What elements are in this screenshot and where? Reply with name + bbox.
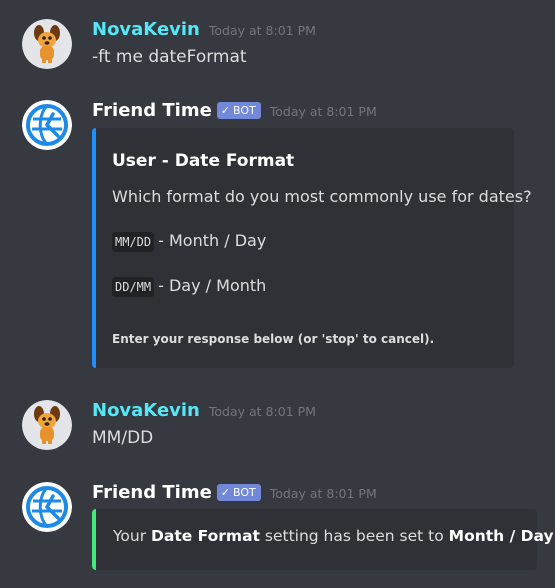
username[interactable]: Friend Time (92, 482, 212, 503)
timestamp: Today at 8:01 PM (208, 404, 316, 419)
dog-avatar-icon[interactable] (22, 19, 72, 69)
message-header: Friend Time ✓ BOT Today at 8:01 PM (92, 100, 377, 121)
username[interactable]: NovaKevin (92, 400, 200, 421)
timestamp: Today at 8:01 PM (208, 23, 316, 38)
option-label: - Day / Month (158, 276, 267, 295)
timestamp: Today at 8:01 PM (269, 104, 377, 119)
message-text: -ft me dateFormat (92, 47, 247, 67)
code-snippet: DD/MM (112, 277, 155, 297)
username[interactable]: NovaKevin (92, 19, 200, 40)
setting-prefix: Your (113, 527, 152, 545)
embed-option: DD/MM - Day / Month (112, 276, 267, 297)
message-header: NovaKevin Today at 8:01 PM (92, 19, 316, 40)
bot-tag: ✓ BOT (216, 484, 261, 501)
embed-footer: Enter your response below (or 'stop' to … (112, 332, 435, 346)
option-label: - Month / Day (158, 231, 267, 250)
embed-title: User - Date Format (112, 151, 295, 171)
bot-tag-label: BOT (233, 486, 256, 499)
embed-option: MM/DD - Month / Day (112, 231, 267, 252)
globe-clock-icon[interactable] (22, 100, 72, 150)
embed-description: Your Date Format setting has been set to… (113, 527, 555, 545)
username[interactable]: Friend Time (92, 100, 212, 121)
code-snippet: MM/DD (112, 232, 155, 252)
globe-clock-icon[interactable] (22, 482, 72, 532)
bot-tag-label: BOT (233, 104, 256, 117)
embed-description: Which format do you most commonly use fo… (112, 187, 532, 206)
embed-card: Your Date Format setting has been set to… (92, 509, 555, 570)
dog-avatar-icon[interactable] (22, 400, 72, 450)
bot-tag: ✓ BOT (216, 102, 261, 119)
message-text: MM/DD (92, 428, 154, 448)
message-header: Friend Time ✓ BOT Today at 8:01 PM (92, 482, 377, 503)
setting-name: Date Format (151, 527, 260, 545)
chat-messages: NovaKevin Today at 8:01 PM -ft me dateFo… (0, 0, 555, 588)
message-header: NovaKevin Today at 8:01 PM (92, 400, 316, 421)
setting-value: Month / Day (448, 527, 554, 545)
checkmark-icon: ✓ (220, 486, 230, 499)
embed-card: User - Date Format Which format do you m… (92, 128, 532, 368)
setting-middle: setting has been set to (259, 527, 449, 545)
checkmark-icon: ✓ (220, 104, 230, 117)
timestamp: Today at 8:01 PM (269, 486, 377, 501)
